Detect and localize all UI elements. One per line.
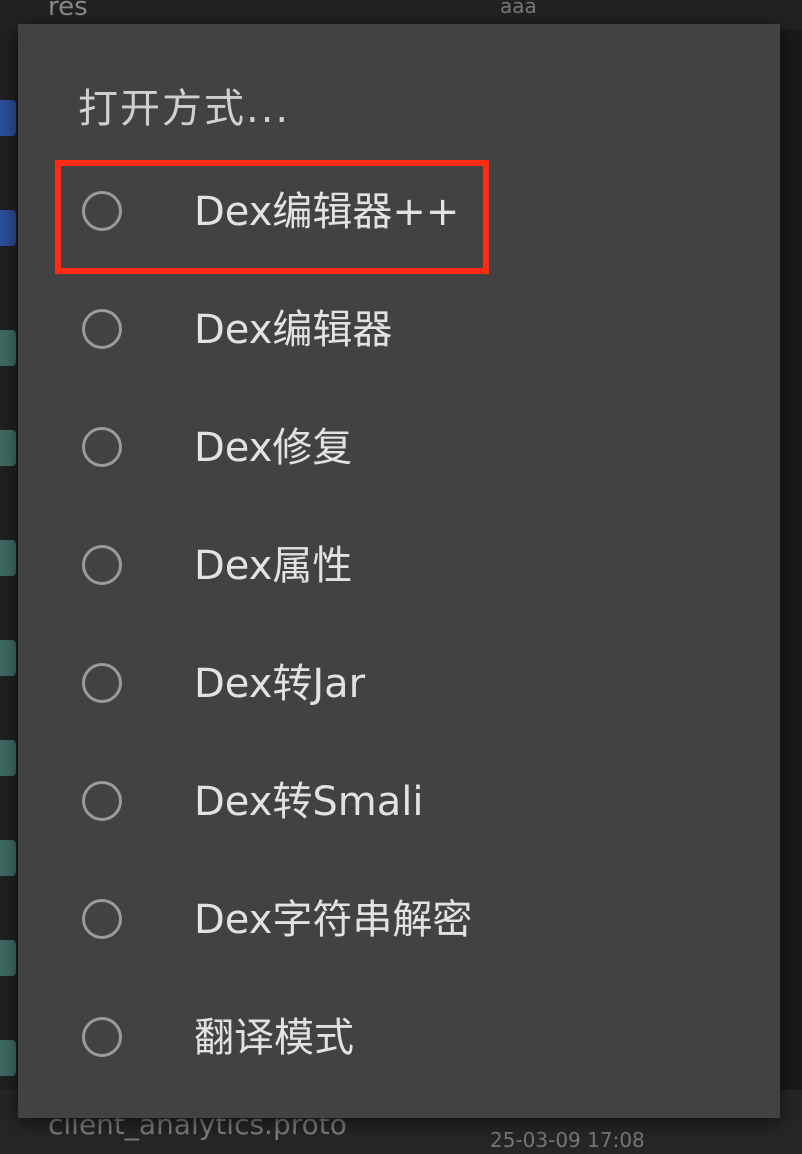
file-icon [0,840,16,876]
file-icon [0,640,16,676]
highlight-box [55,160,489,274]
option-label: Dex转Jar [194,661,366,708]
option-dex-string-decrypt[interactable]: Dex字符串解密 [18,863,780,981]
file-icon [0,540,16,576]
radio-button-icon[interactable] [82,545,122,585]
radio-button-icon[interactable] [82,899,122,939]
option-dex-to-smali[interactable]: Dex转Smali [18,745,780,863]
file-meta: 25-03-09 17:08 [490,1128,645,1152]
file-name: res [48,0,88,22]
file-icon [0,940,16,976]
option-label: Dex修复 [194,425,353,472]
radio-button-icon[interactable] [82,781,122,821]
option-dex-to-jar[interactable]: Dex转Jar [18,627,780,745]
option-dex-repair[interactable]: Dex修复 [18,391,780,509]
option-label: Dex转Smali [194,779,424,826]
radio-button-icon[interactable] [82,1017,122,1057]
option-label: Dex属性 [194,543,353,590]
radio-button-icon[interactable] [82,427,122,467]
file-icon [0,740,16,776]
folder-icon [0,210,16,246]
option-dex-properties[interactable]: Dex属性 [18,509,780,627]
option-translate-mode[interactable]: 翻译模式 [18,981,780,1099]
file-meta: aaa [500,0,537,18]
dialog-title: 打开方式... [78,86,291,132]
radio-button-icon[interactable] [82,309,122,349]
file-icon [0,1040,16,1076]
option-dex-editor[interactable]: Dex编辑器 [18,273,780,391]
file-icon [0,430,16,466]
option-label: Dex字符串解密 [194,897,473,944]
screen: res aaa client_analytics.proto 25-03-09 … [0,0,802,1154]
option-label: Dex编辑器 [194,307,393,354]
radio-button-icon[interactable] [82,663,122,703]
option-label: 翻译模式 [194,1015,354,1062]
folder-icon [0,100,16,136]
file-icon [0,330,16,366]
